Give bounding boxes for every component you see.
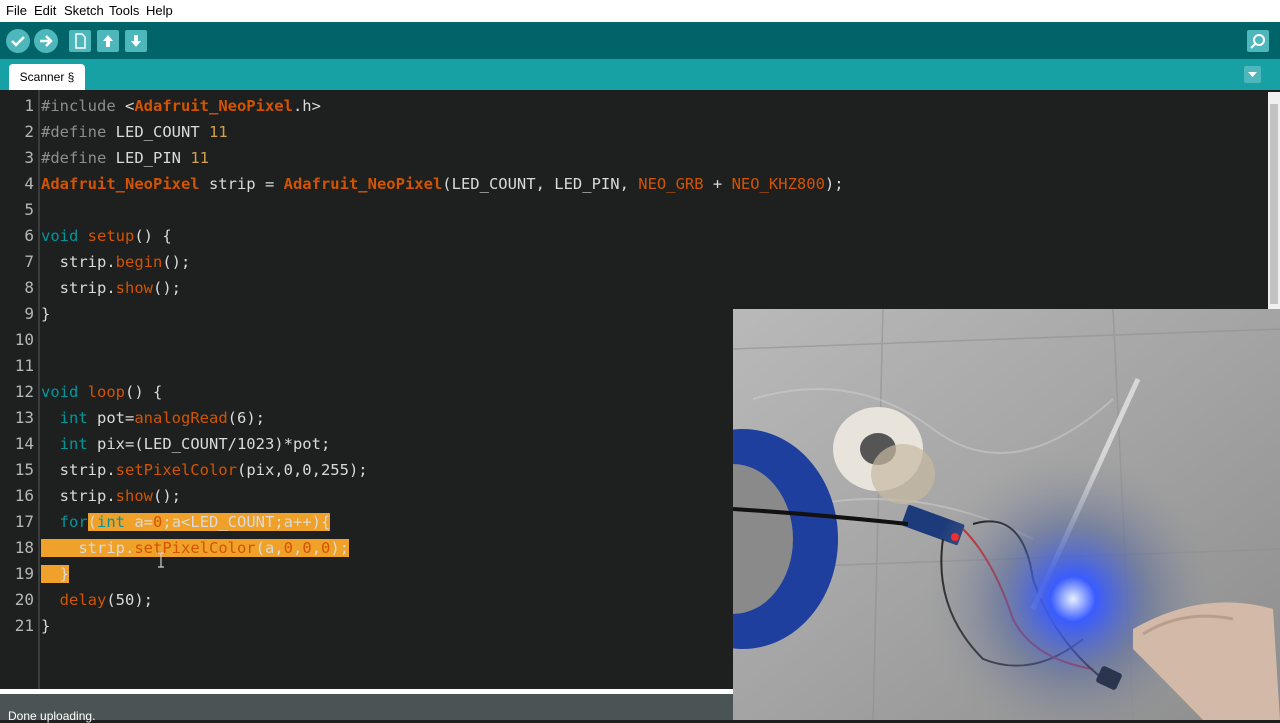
- line-number: 2: [24, 122, 34, 141]
- line-number: 9: [24, 304, 34, 323]
- code-line: void setup() {: [41, 227, 172, 245]
- line-number: 11: [14, 356, 34, 375]
- verify-icon: [11, 36, 25, 47]
- line-number: 1: [24, 96, 34, 115]
- save-button[interactable]: [125, 30, 147, 52]
- code-line: delay(50);: [59, 591, 154, 609]
- code-line: int pot=analogRead(6);: [59, 409, 265, 427]
- webcam-video-overlay: [733, 309, 1280, 720]
- status-text: Done uploading.: [8, 709, 96, 723]
- code-line: }: [41, 617, 51, 635]
- toolbar: [0, 22, 1280, 59]
- menu-file[interactable]: File: [6, 3, 27, 18]
- menu-help[interactable]: Help: [146, 3, 173, 18]
- line-number: 6: [24, 226, 34, 245]
- code-line-selected: }: [41, 565, 69, 583]
- line-number: 14: [14, 434, 34, 453]
- code-line: strip.show();: [41, 279, 181, 297]
- status-bar: Done uploading.: [0, 694, 733, 723]
- line-number: 20: [14, 590, 34, 609]
- tab-scanner[interactable]: Scanner §: [9, 64, 85, 90]
- open-icon: [103, 35, 113, 47]
- line-number: 10: [14, 330, 34, 349]
- magnifier-icon: [1250, 34, 1265, 49]
- code-line-selected: for(int a=0;a<LED_COUNT;a++){: [59, 513, 331, 531]
- tab-bar: Scanner §: [0, 59, 1280, 90]
- new-button[interactable]: [69, 30, 91, 52]
- line-number: 8: [24, 278, 34, 297]
- menu-sketch[interactable]: Sketch: [64, 3, 104, 18]
- save-icon: [131, 35, 141, 47]
- upload-arrow-icon: [40, 35, 53, 47]
- code-line: #define LED_PIN 11: [41, 149, 209, 167]
- code-line: int pix=(LED_COUNT/1023)*pot;: [59, 435, 331, 453]
- code-line: #include <Adafruit_NeoPixel.h>: [41, 97, 321, 115]
- line-number: 19: [14, 564, 34, 583]
- webcam-photo: [733, 309, 1280, 720]
- code-line: void loop() {: [41, 383, 163, 401]
- menu-edit[interactable]: Edit: [34, 3, 56, 18]
- tab-menu-button[interactable]: [1244, 66, 1261, 83]
- line-number: 5: [24, 200, 34, 219]
- line-number: 7: [24, 252, 34, 271]
- code-line: #define LED_COUNT 11: [41, 123, 228, 141]
- line-number: 18: [14, 538, 34, 557]
- code-line: strip.begin();: [41, 253, 191, 271]
- menu-tools[interactable]: Tools: [109, 3, 139, 18]
- line-number-gutter: 1 2 3 4 5 6 7 8 9 10 11 12 13 14 15 16 1…: [0, 90, 40, 690]
- code-line: strip.setPixelColor(pix,0,0,255);: [41, 461, 368, 479]
- code-line: Adafruit_NeoPixel strip = Adafruit_NeoPi…: [41, 175, 844, 193]
- chevron-down-icon: [1248, 72, 1257, 77]
- open-button[interactable]: [97, 30, 119, 52]
- code-line: strip.show();: [41, 487, 181, 505]
- code-line: }: [41, 305, 51, 323]
- serial-monitor-button[interactable]: [1247, 30, 1269, 52]
- line-number: 21: [14, 616, 34, 635]
- line-number: 17: [14, 512, 34, 531]
- vertical-scrollbar-thumb[interactable]: [1270, 104, 1278, 304]
- line-number: 16: [14, 486, 34, 505]
- menu-bar: File Edit Sketch Tools Help: [0, 0, 1280, 23]
- code-line-selected: strip.setPixelColor(a,0,0,0);: [41, 539, 350, 557]
- line-number: 15: [14, 460, 34, 479]
- line-number: 12: [14, 382, 34, 401]
- new-file-icon: [75, 33, 86, 49]
- upload-button[interactable]: [34, 29, 58, 53]
- line-number: 3: [24, 148, 34, 167]
- line-number: 4: [24, 174, 34, 193]
- line-number: 13: [14, 408, 34, 427]
- verify-button[interactable]: [6, 29, 30, 53]
- text-cursor-icon: [158, 552, 164, 568]
